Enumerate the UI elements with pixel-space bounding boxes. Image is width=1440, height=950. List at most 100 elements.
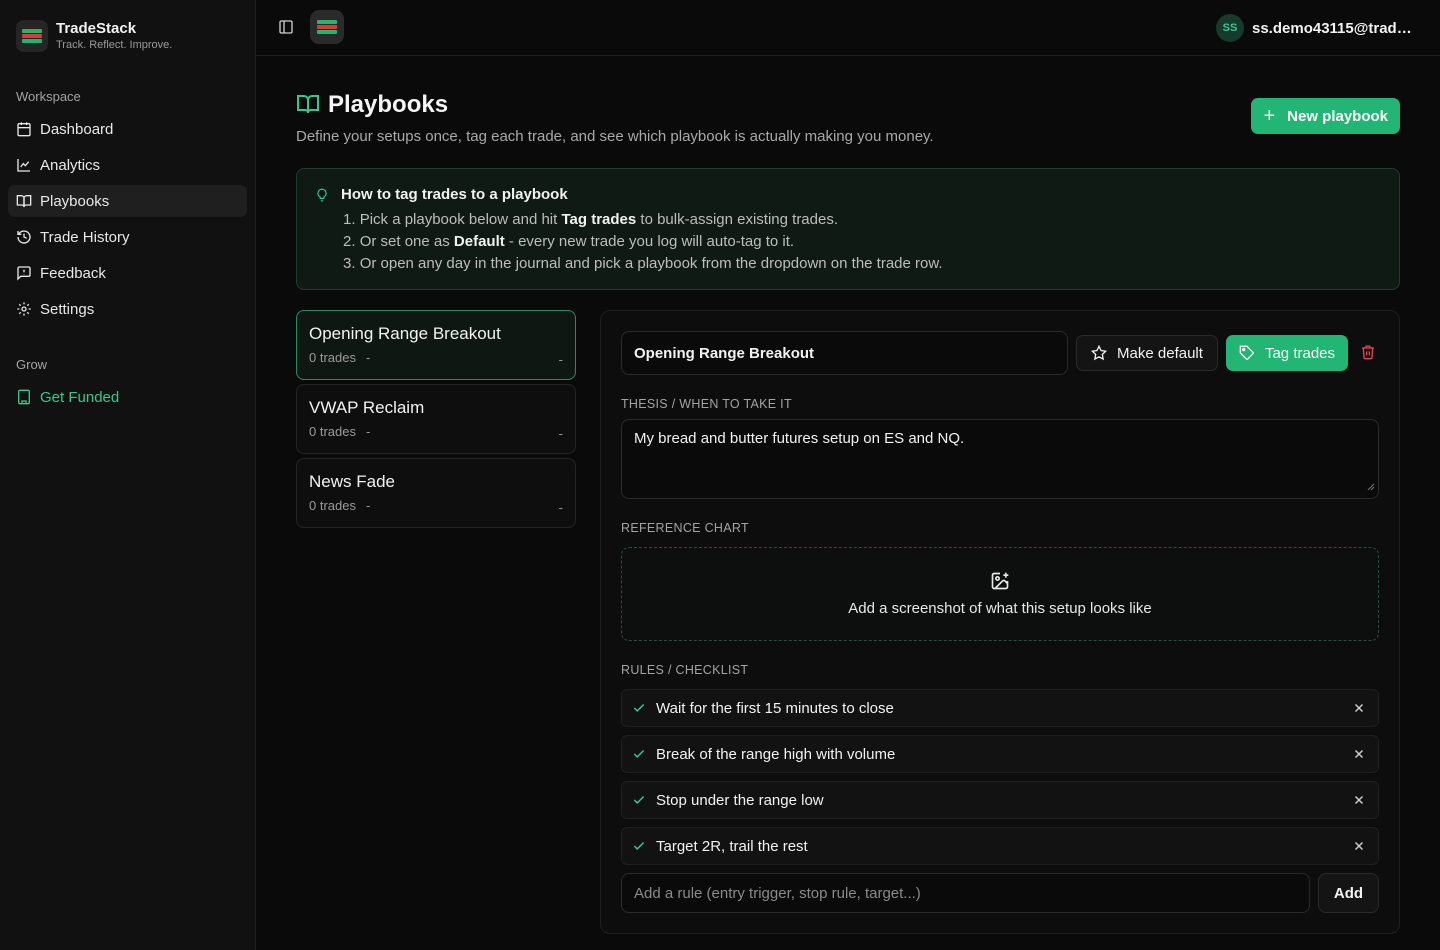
step-number: 3. [343, 255, 356, 272]
message-icon [16, 265, 32, 281]
step-text: - every new trade you log will auto-tag … [508, 233, 795, 250]
step-bold: Default [453, 233, 505, 250]
sidebar-item-label: Analytics [40, 156, 101, 174]
trash-icon[interactable] [1360, 344, 1376, 363]
playbook-name-input[interactable]: Opening Range Breakout [621, 331, 1068, 375]
close-icon[interactable] [1352, 839, 1366, 853]
new-playbook-button[interactable]: + New playbook [1251, 98, 1400, 134]
top-bar: SS ss.demo43115@trade... [256, 0, 1440, 56]
playbook-card[interactable]: Opening Range Breakout 0 trades - - [296, 310, 576, 380]
workspace-label: Workspace [16, 89, 81, 104]
trade-count: 0 trades [309, 498, 356, 513]
trade-count: 0 trades [309, 350, 356, 365]
playbook-name: VWAP Reclaim [309, 398, 425, 417]
add-rule-input[interactable]: Add a rule (entry trigger, stop rule, ta… [621, 873, 1310, 913]
sidebar: TradeStack Track. Reflect. Improve. Work… [0, 0, 256, 950]
check-icon [632, 793, 646, 807]
sidebar-item-trade-history[interactable]: Trade History [8, 221, 247, 253]
main-content: Playbooks Define your setups once, tag e… [296, 88, 1400, 934]
trade-count: 0 trades [309, 424, 356, 439]
make-default-button[interactable]: Make default [1076, 335, 1218, 371]
sidebar-item-get-funded[interactable]: Get Funded [8, 381, 247, 413]
reference-chart-dropzone[interactable]: Add a screenshot of what this setup look… [621, 547, 1379, 641]
tip-steps: 1. Pick a playbook below and hit Tag tra… [343, 209, 943, 275]
step-text: Or open any day in the journal and pick … [359, 255, 943, 272]
sidebar-item-settings[interactable]: Settings [8, 293, 247, 325]
thesis-label: THESIS / WHEN TO TAKE IT [621, 397, 792, 411]
sidebar-item-analytics[interactable]: Analytics [8, 149, 247, 181]
rule-text: Wait for the first 15 minutes to close [656, 699, 894, 717]
playbook-list: Opening Range Breakout 0 trades - - VWAP … [296, 310, 576, 532]
app-logo [16, 20, 48, 52]
close-icon[interactable] [1352, 793, 1366, 807]
tag-icon [1239, 345, 1255, 361]
step-text: Or set one as [359, 233, 450, 250]
sidebar-item-label: Playbooks [40, 192, 110, 210]
sidebar-item-playbooks[interactable]: Playbooks [8, 185, 247, 217]
sidebar-item-dashboard[interactable]: Dashboard [8, 113, 247, 145]
step-text: Pick a playbook below and hit [359, 211, 558, 228]
tip-title: How to tag trades to a playbook [341, 186, 568, 203]
rules-label: RULES / CHECKLIST [621, 663, 749, 677]
tip-box: How to tag trades to a playbook 1. Pick … [296, 168, 1400, 290]
thesis-textarea[interactable]: My bread and butter futures setup on ES … [621, 419, 1379, 499]
check-icon [632, 839, 646, 853]
star-icon [1091, 345, 1108, 361]
close-icon[interactable] [1352, 747, 1366, 761]
make-default-label: Make default [1117, 344, 1203, 362]
playbook-pnl: - [365, 350, 371, 365]
rules-list: Wait for the first 15 minutes to close B… [621, 689, 1379, 873]
playbook-card[interactable]: VWAP Reclaim 0 trades - - [296, 384, 576, 454]
rule-text: Target 2R, trail the rest [656, 837, 808, 855]
sidebar-toggle-icon[interactable] [278, 19, 294, 35]
tag-trades-label: Tag trades [1264, 344, 1336, 362]
building-icon [16, 389, 32, 405]
sidebar-item-feedback[interactable]: Feedback [8, 257, 247, 289]
image-plus-icon [990, 571, 1010, 594]
calendar-icon [16, 121, 32, 137]
book-open-icon [16, 193, 32, 209]
rule-text: Stop under the range low [656, 791, 824, 809]
resize-handle-icon[interactable] [1367, 478, 1375, 495]
tag-trades-button[interactable]: Tag trades [1226, 335, 1348, 371]
tip-step: 2. Or set one as Default - every new tra… [343, 231, 943, 253]
check-icon [632, 701, 646, 715]
sidebar-item-label: Get Funded [40, 388, 120, 406]
thesis-text: My bread and butter futures setup on ES … [634, 430, 965, 447]
brand[interactable]: TradeStack Track. Reflect. Improve. [16, 20, 172, 52]
grow-label: Grow [16, 357, 48, 372]
user-email: ss.demo43115@trade... [1252, 19, 1412, 37]
playbook-card[interactable]: News Fade 0 trades - - [296, 458, 576, 528]
check-icon [632, 747, 646, 761]
rule-item: Wait for the first 15 minutes to close [621, 689, 1379, 727]
playbook-winrate: - [558, 426, 563, 441]
sidebar-item-label: Dashboard [40, 120, 114, 138]
playbook-name: Opening Range Breakout [309, 324, 501, 343]
history-icon [16, 229, 32, 245]
playbook-meta: 0 trades - [309, 350, 563, 365]
dropzone-prompt: Add a screenshot of what this setup look… [848, 600, 1152, 617]
sidebar-item-label: Settings [40, 300, 95, 318]
chart-line-icon [16, 157, 32, 173]
rule-item: Target 2R, trail the rest [621, 827, 1379, 865]
playbook-meta: 0 trades - [309, 498, 563, 513]
page-title: Playbooks [328, 91, 449, 118]
new-playbook-label: New playbook [1287, 107, 1388, 125]
step-number: 1. [343, 211, 356, 228]
tip-step: 1. Pick a playbook below and hit Tag tra… [343, 209, 943, 231]
header-logo[interactable] [310, 10, 344, 44]
user-menu[interactable]: SS ss.demo43115@trade... [1216, 14, 1412, 42]
brand-name: TradeStack [56, 20, 137, 37]
close-icon[interactable] [1352, 701, 1366, 715]
page-header: Playbooks [296, 88, 1400, 122]
add-rule-row: Add a rule (entry trigger, stop rule, ta… [621, 873, 1379, 913]
playbook-meta: 0 trades - [309, 424, 563, 439]
lightbulb-icon [315, 187, 329, 206]
playbook-detail: Opening Range Breakout Make default Tag … [600, 310, 1400, 934]
playbook-name: News Fade [309, 472, 395, 491]
sidebar-item-label: Feedback [40, 264, 106, 282]
tip-step: 3. Or open any day in the journal and pi… [343, 253, 943, 275]
add-rule-button[interactable]: Add [1318, 873, 1379, 913]
playbook-pnl: - [365, 498, 371, 513]
rule-item: Stop under the range low [621, 781, 1379, 819]
